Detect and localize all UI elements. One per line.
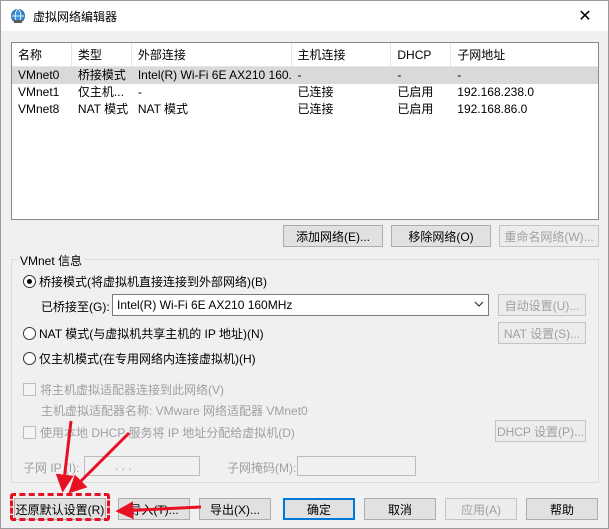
- annotation-arrow: [68, 431, 131, 494]
- annotation-arrows: [55, 420, 202, 520]
- annotation-arrow: [55, 420, 74, 493]
- virtual-network-editor-window: 虚拟网络编辑器 ✕ 名称 类型 外部连接 主机连接 DHCP 子网地址 VMne…: [0, 0, 609, 529]
- annotation-arrow: [115, 501, 202, 520]
